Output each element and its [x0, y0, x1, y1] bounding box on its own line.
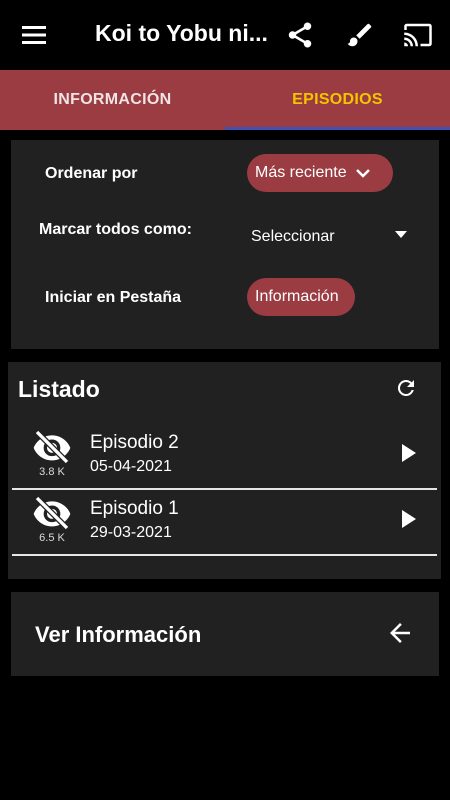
app-title: Koi to Yobu ni... [95, 20, 268, 46]
list-item[interactable]: 6.5 K Episodio 1 29-03-2021 [12, 492, 437, 556]
cast-icon[interactable] [403, 20, 433, 50]
tab-episodios-label: EPISODIOS [292, 91, 383, 108]
app-bar: Koi to Yobu ni... [0, 0, 450, 70]
tab-episodios[interactable]: EPISODIOS [225, 70, 450, 130]
start-tab-label: Iniciar en Pestaña [45, 289, 182, 306]
refresh-icon[interactable] [394, 376, 418, 400]
settings-card: Ordenar por Más reciente Marcar todos co… [11, 140, 439, 349]
play-icon[interactable] [400, 442, 418, 464]
brush-icon[interactable] [345, 20, 375, 50]
selected-tab-indicator [225, 127, 450, 130]
tab-informacion[interactable]: INFORMACIÓN [0, 70, 225, 130]
mark-all-dropdown[interactable]: Seleccionar [251, 228, 411, 248]
episode-list-card: Listado 3.8 K Episodio 2 05-04-2021 6.5 … [8, 362, 441, 579]
eye-off-icon[interactable] [32, 430, 72, 464]
share-icon[interactable] [285, 20, 315, 50]
order-label: Ordenar por [45, 165, 138, 182]
episode-date: 05-04-2021 [90, 458, 172, 475]
chevron-down-icon [355, 167, 371, 179]
episode-name: Episodio 1 [90, 498, 179, 519]
start-tab-value: Información [255, 288, 339, 305]
arrow-back-icon[interactable] [385, 618, 415, 648]
eye-off-icon[interactable] [32, 496, 72, 530]
list-item[interactable]: 3.8 K Episodio 2 05-04-2021 [12, 426, 437, 490]
start-tab-button[interactable]: Información [247, 278, 355, 316]
ver-informacion-label: Ver Información [35, 622, 202, 647]
view-count: 3.8 K [39, 466, 65, 478]
play-icon[interactable] [400, 508, 418, 530]
mark-all-label: Marcar todos como: [39, 221, 192, 238]
mark-all-value: Seleccionar [251, 228, 335, 245]
tab-informacion-label: INFORMACIÓN [53, 91, 172, 108]
tab-bar: INFORMACIÓN EPISODIOS [0, 70, 450, 130]
dropdown-arrow-icon [395, 231, 407, 239]
order-dropdown[interactable]: Más reciente [247, 154, 393, 192]
episode-name: Episodio 2 [90, 432, 179, 453]
episode-date: 29-03-2021 [90, 524, 172, 541]
ver-informacion-card[interactable]: Ver Información [11, 592, 439, 676]
list-title: Listado [18, 376, 100, 402]
order-value: Más reciente [255, 164, 347, 181]
menu-icon[interactable] [20, 22, 48, 48]
view-count: 6.5 K [39, 532, 65, 544]
